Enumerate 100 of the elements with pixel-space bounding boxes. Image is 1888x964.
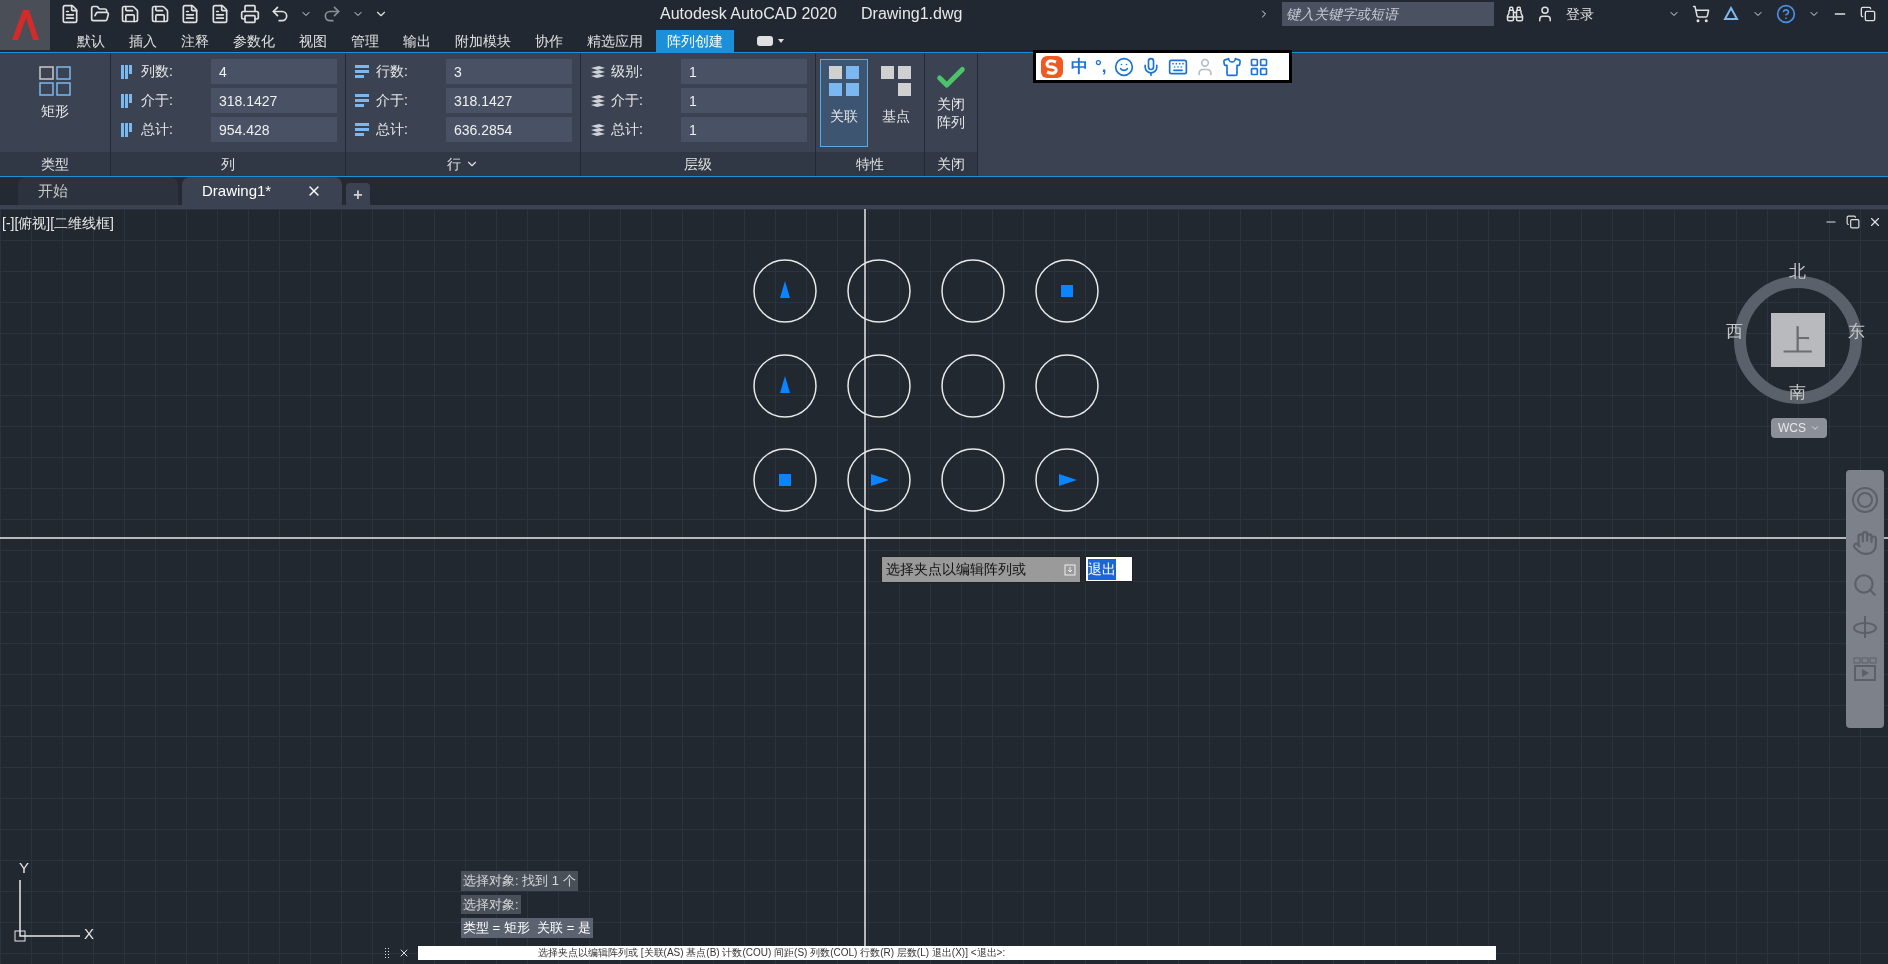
value-field[interactable]: 1 [681, 117, 807, 142]
grip-triangle-icon[interactable] [871, 474, 889, 486]
close-icon[interactable] [1868, 215, 1882, 229]
circle-shape[interactable] [753, 259, 817, 323]
field-label: 介于: [141, 91, 174, 110]
value-field[interactable]: 636.2854 [446, 117, 572, 142]
caret-icon [1810, 423, 1820, 433]
file-icon[interactable] [180, 4, 200, 24]
compass-south[interactable]: 南 [1789, 380, 1806, 406]
circle-shape[interactable] [847, 354, 911, 418]
binoculars-icon[interactable] [1506, 5, 1524, 23]
rectangular-array-button[interactable]: 矩形 [0, 53, 110, 122]
panel-title: 行 [447, 154, 461, 174]
circle-shape[interactable] [847, 259, 911, 323]
circle-shape[interactable] [1035, 448, 1099, 512]
search-field[interactable]: 键入关键字或短语 [1282, 2, 1494, 26]
grid-icon[interactable] [1248, 56, 1269, 77]
value-field[interactable]: 1 [681, 59, 807, 84]
ime-logo-icon[interactable] [1040, 54, 1064, 79]
value-field[interactable]: 1 [681, 88, 807, 113]
ribbon-tab[interactable]: 精选应用 [576, 30, 654, 52]
grip-square-icon[interactable] [1061, 285, 1073, 297]
field-label: 列数: [141, 62, 174, 81]
grip-triangle-icon[interactable] [780, 281, 790, 298]
prompt-text: 选择夹点以编辑阵列或 [886, 560, 1026, 579]
triangle-nodes-icon[interactable] [1722, 5, 1740, 23]
ribbon-tab[interactable]: 默认 [66, 30, 116, 52]
squares-icon [879, 64, 913, 98]
panel-toggle-icon[interactable] [756, 34, 786, 48]
restore-icon[interactable] [1860, 6, 1876, 22]
document-title: Drawing1.dwg [861, 4, 963, 24]
sign-in-link[interactable]: 登录 [1566, 3, 1656, 25]
value-field[interactable]: 4 [211, 59, 337, 84]
value-field[interactable]: 318.1427 [446, 88, 572, 113]
compass-east[interactable]: 东 [1848, 319, 1865, 345]
user-icon[interactable] [1536, 5, 1554, 23]
grip-triangle-icon[interactable] [780, 376, 790, 393]
document-tab[interactable]: Drawing1* [182, 177, 342, 205]
ucs-axes-icon [14, 879, 81, 942]
grip-square-icon[interactable] [779, 474, 791, 486]
panel-title: 层级 [684, 154, 712, 174]
restore-icon[interactable] [1846, 215, 1860, 229]
viewport-label[interactable]: [-][俯视][二维线框] [2, 213, 114, 234]
circle-shape[interactable] [847, 448, 911, 512]
open-folder-icon[interactable] [90, 4, 110, 24]
field-label: 总计: [376, 120, 409, 139]
redo-icon[interactable] [322, 4, 342, 24]
save-icon[interactable] [120, 4, 140, 24]
drawing-canvas[interactable]: [-][俯视][二维线框] Y X 北 西 上 东 南 WCS 选择夹点以编辑阵列或 退出 选择对象: 找到 1 个 选择对象: 类型 = 矩形 关联 = 是 选择夹点以编辑阵列或 [关联(AS) 基点(B) 计数(COU) 间距(S) 列数(COL) 行数(R) 层数(L) 退出(X)] <退出>: [0, 209, 1888, 964]
ribbon-tab[interactable]: 附加模块 [444, 30, 522, 52]
close-icon[interactable] [398, 947, 410, 959]
cart-icon[interactable] [1692, 5, 1710, 23]
undo-icon[interactable] [270, 4, 290, 24]
panel-title: 特性 [856, 154, 884, 174]
circle-shape[interactable] [753, 354, 817, 418]
document-tab[interactable]: 开始 [18, 177, 178, 205]
circle-shape[interactable] [1035, 354, 1099, 418]
value-field[interactable]: 318.1427 [211, 88, 337, 113]
ime-mode-toggle[interactable]: 中 [1071, 53, 1088, 80]
ribbon-tab[interactable]: 插入 [118, 30, 168, 52]
circle-shape[interactable] [753, 448, 817, 512]
ribbon-tab[interactable]: 参数化 [222, 30, 286, 52]
circle-shape[interactable] [1035, 259, 1099, 323]
value-field[interactable]: 3 [446, 59, 572, 84]
ribbon-tab[interactable]: 协作 [524, 30, 574, 52]
circle-shape[interactable] [941, 259, 1005, 323]
rows-icon [354, 120, 372, 139]
new-file-icon[interactable] [60, 4, 80, 24]
value-field[interactable]: 954.428 [211, 117, 337, 142]
field-label: 总计: [141, 120, 174, 139]
grip-triangle-icon[interactable] [1059, 474, 1077, 486]
ribbon-tab[interactable]: 视图 [288, 30, 338, 52]
ribbon-tab[interactable]: 阵列创建 [656, 30, 734, 52]
new-tab-button[interactable]: + [346, 183, 370, 205]
prompt-input[interactable]: 退出 [1085, 556, 1133, 582]
circle-shape[interactable] [941, 354, 1005, 418]
panel-title: 关闭 [937, 154, 965, 174]
field-label: 级别: [611, 62, 644, 81]
ribbon-button[interactable]: 基点 [872, 59, 920, 147]
export-file-icon[interactable] [210, 4, 230, 24]
ribbon-tab[interactable]: 注释 [170, 30, 220, 52]
squares-icon [827, 64, 861, 98]
app-title: Autodesk AutoCAD 2020 [660, 4, 837, 24]
ribbon-button[interactable]: 关联 [820, 59, 868, 147]
help-icon[interactable] [1776, 4, 1796, 24]
circle-shape[interactable] [941, 448, 1005, 512]
shirt-icon[interactable] [1221, 56, 1242, 77]
ribbon-tab[interactable]: 输出 [392, 30, 442, 52]
close-array-button[interactable]: 关闭阵列 [925, 53, 977, 131]
y-axis-label: Y [19, 858, 29, 878]
save-as-icon[interactable] [150, 4, 170, 24]
compass-west[interactable]: 西 [1726, 319, 1743, 345]
panel-title: 类型 [41, 154, 69, 174]
smiley-icon[interactable] [1113, 56, 1134, 77]
ime-punctuation-toggle[interactable]: °, [1095, 53, 1107, 80]
rows-icon [354, 91, 372, 110]
print-icon[interactable] [240, 4, 260, 24]
ribbon-tab[interactable]: 管理 [340, 30, 390, 52]
x-axis-label: X [84, 924, 94, 944]
compass-north[interactable]: 北 [1789, 259, 1806, 285]
